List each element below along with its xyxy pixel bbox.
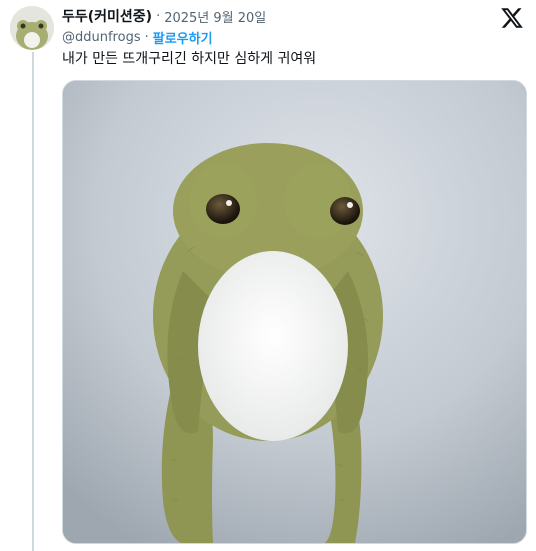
avatar[interactable] xyxy=(10,6,54,50)
tweet-date[interactable]: 2025년 9월 20일 xyxy=(164,7,266,26)
user-handle[interactable]: @ddunfrogs xyxy=(62,30,141,45)
tweet-text: 내가 만든 뜨개구리긴 하지만 심하게 귀여워 xyxy=(62,51,317,67)
follow-separator: · xyxy=(144,30,149,45)
x-logo-icon[interactable] xyxy=(500,6,524,30)
thread-line xyxy=(32,52,34,551)
tweet-header: 두두(커미션중) · 2025년 9월 20일 xyxy=(62,5,496,27)
tweet-photo[interactable] xyxy=(62,80,527,544)
follow-button[interactable]: 팔로우하기 xyxy=(153,28,213,47)
header-separator: · xyxy=(156,8,161,24)
display-name[interactable]: 두두(커미션중) xyxy=(62,6,152,26)
handle-row: @ddunfrogs · 팔로우하기 xyxy=(62,28,213,47)
